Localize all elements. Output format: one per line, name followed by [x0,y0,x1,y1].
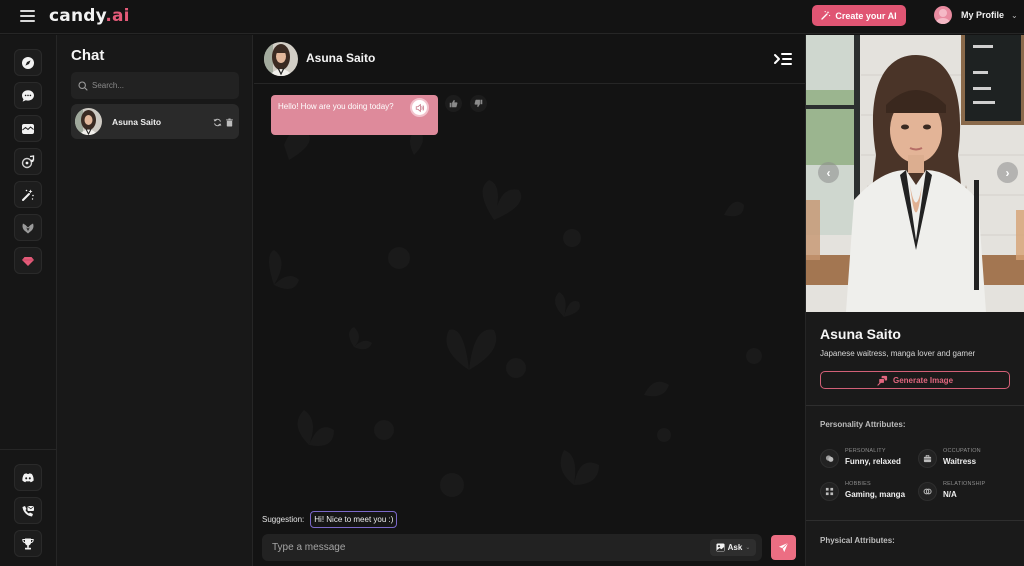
chat-header: Asuna Saito [254,35,805,84]
message-input[interactable] [272,540,692,555]
chat-list-panel: Chat Asuna Saito [57,35,253,566]
message-text: Hello! How are you doing today? [278,102,394,111]
support-mail-icon [22,505,34,516]
mask-icon [820,449,839,468]
next-photo-button[interactable]: › [997,162,1018,183]
attribute-hobbies: HOBBIES Gaming, manga [820,481,905,501]
attribute-occupation: OCCUPATION Waitress [918,448,981,468]
delete-chat-icon[interactable] [225,118,234,127]
discord-icon [22,472,34,482]
attribute-personality: PERSONALITY Funny, relaxed [820,448,901,468]
attribute-key: PERSONALITY [845,448,886,454]
sidebar-item-leaderboard[interactable] [14,530,42,557]
character-avatar[interactable] [264,42,298,76]
attribute-key: HOBBIES [845,481,871,487]
sidebar-item-my-ai[interactable] [14,214,42,241]
top-bar: candy.ai Create your AI My Profile ⌄ [0,0,1024,34]
thumbs-down-icon [474,99,483,108]
sidebar-item-premium[interactable] [14,247,42,274]
sidebar-item-generate[interactable] [14,181,42,208]
chat-header-name: Asuna Saito [306,51,376,65]
magic-wand-icon [22,189,34,201]
briefcase-icon [918,449,937,468]
trophy-icon [22,538,34,549]
create-ai-button[interactable]: Create your AI [812,5,906,26]
profile-label: My Profile [961,10,1005,20]
sidebar-item-explore[interactable] [14,49,42,76]
character-name: Asuna Saito [820,326,901,342]
chevron-down-icon: ⌄ [745,545,751,551]
section-divider [806,405,1024,406]
attribute-key: RELATIONSHIP [943,481,986,487]
diamond-icon [22,256,34,266]
rings-icon [918,482,937,501]
search-box[interactable] [71,72,239,99]
attribute-key: OCCUPATION [943,448,981,454]
attribute-value: N/A [943,490,957,499]
hobby-grid-icon [820,482,839,501]
sidebar-item-audio[interactable] [14,148,42,175]
sidebar-item-chat[interactable] [14,82,42,109]
chat-bubble-icon [22,89,34,102]
send-icon [778,542,789,553]
attribute-value: Gaming, manga [845,490,906,499]
generate-image-button[interactable]: Generate Image [820,371,1010,389]
suggestion-chip[interactable]: Hi! Nice to meet you :) [310,511,398,528]
speaker-icon [415,103,424,112]
user-avatar-icon [934,6,952,24]
image-icon [716,543,725,552]
search-icon [78,80,88,91]
thumbs-down-button[interactable] [470,95,487,112]
chevron-down-icon: ⌄ [1011,10,1018,20]
chat-list-item[interactable]: Asuna Saito [71,104,239,139]
personality-section-title: Personality Attributes: [820,420,906,429]
attribute-relationship: RELATIONSHIP N/A [918,481,985,501]
reset-chat-icon[interactable] [213,118,222,127]
profile-menu[interactable]: My Profile ⌄ [934,6,1018,24]
music-disc-icon [21,154,35,168]
previous-photo-button[interactable]: ‹ [818,162,839,183]
character-avatar [75,108,102,135]
message-composer: Ask ⌄ [262,534,762,561]
chat-list-title: Chat [71,47,105,64]
sidebar-divider [0,449,57,450]
toggle-profile-panel-icon[interactable] [773,50,793,68]
logo[interactable]: candy.ai [49,6,130,26]
sidebar-item-gallery[interactable] [14,115,42,142]
character-profile-panel: ‹ › Asuna Saito Japanese waitress, manga… [805,35,1024,566]
chevron-right-icon: › [1005,165,1010,180]
send-button[interactable] [771,535,796,560]
compass-icon [22,56,34,69]
play-audio-button[interactable] [410,98,429,117]
message-bubble: Hello! How are you doing today? [271,95,438,135]
attribute-value: Waitress [943,457,977,466]
logo-accent: .ai [105,6,130,26]
chat-area: Asuna Saito Hello! How are you doing tod… [254,35,805,566]
heart-hands-icon [22,223,34,233]
sidebar-item-discord[interactable] [14,464,42,491]
section-divider [806,520,1024,521]
chat-list-item-name: Asuna Saito [112,116,162,127]
suggestion-row: Suggestion: Hi! Nice to meet you :) [262,511,398,528]
physical-section-title: Physical Attributes: [820,536,895,545]
ask-image-dropdown[interactable]: Ask ⌄ [710,539,756,556]
magic-wand-icon [821,10,831,22]
logo-text: candy [49,6,106,26]
generate-image-label: Generate Image [892,375,954,385]
generate-image-icon [877,375,888,386]
create-ai-label: Create your AI [835,10,897,21]
menu-icon[interactable] [20,10,35,22]
search-input[interactable] [92,81,232,90]
suggestion-label: Suggestion: [262,515,305,524]
thumbs-up-icon [449,99,458,108]
gallery-icon [22,123,34,134]
icon-sidebar [0,35,57,566]
attribute-value: Funny, relaxed [845,457,901,466]
sidebar-item-contact[interactable] [14,497,42,524]
thumbs-up-button[interactable] [445,95,462,112]
ask-label: Ask [727,543,743,552]
chevron-left-icon: ‹ [826,165,831,180]
character-description: Japanese waitress, manga lover and gamer [820,349,976,358]
